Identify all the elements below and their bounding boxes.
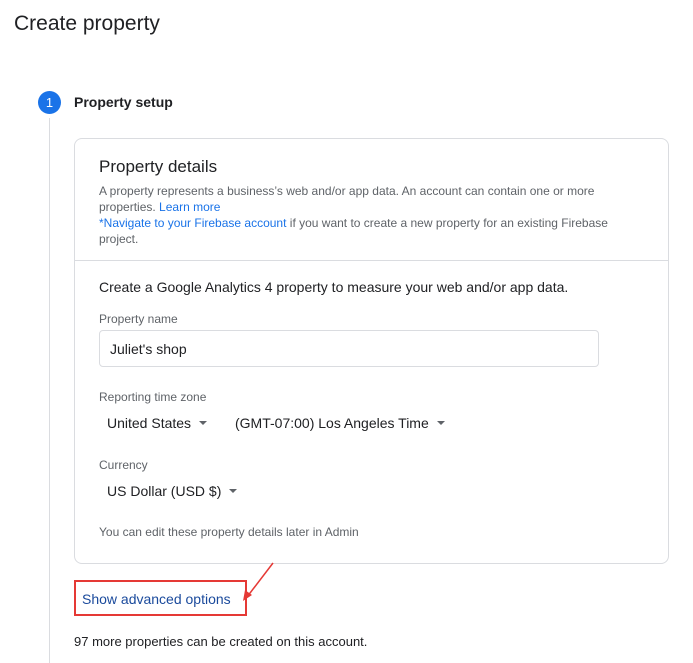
step-number-badge: 1	[38, 91, 61, 114]
timezone-value: (GMT-07:00) Los Angeles Time	[235, 415, 429, 431]
step-title: Property setup	[74, 94, 173, 110]
edit-later-note: You can edit these property details late…	[99, 525, 359, 539]
card-divider	[75, 260, 668, 261]
country-value: United States	[107, 415, 192, 431]
property-details-card: Property details A property represents a…	[74, 138, 669, 564]
firebase-account-link[interactable]: *Navigate to your Firebase account	[99, 216, 286, 230]
card-header: Property details A property represents a…	[99, 157, 644, 247]
learn-more-link[interactable]: Learn more	[159, 200, 220, 214]
ga4-intro-text: Create a Google Analytics 4 property to …	[99, 279, 569, 295]
country-dropdown[interactable]: United States	[107, 415, 208, 431]
caret-down-icon	[199, 421, 208, 425]
card-title: Property details	[99, 157, 218, 176]
card-description: A property represents a business’s web a…	[99, 183, 644, 247]
remaining-properties-text: 97 more properties can be created on thi…	[74, 634, 368, 649]
show-advanced-options-link[interactable]: Show advanced options	[82, 591, 231, 607]
currency-value: US Dollar (USD $)	[107, 483, 222, 499]
property-name-input[interactable]: Juliet's shop	[99, 330, 599, 367]
property-name-value: Juliet's shop	[110, 340, 187, 357]
page-title: Create property	[14, 12, 160, 35]
timezone-label: Reporting time zone	[99, 390, 207, 404]
currency-dropdown[interactable]: US Dollar (USD $)	[107, 483, 238, 499]
stepper-line	[49, 118, 50, 663]
caret-down-icon	[436, 421, 445, 425]
currency-label: Currency	[99, 458, 148, 472]
caret-down-icon	[229, 489, 238, 493]
timezone-dropdown[interactable]: (GMT-07:00) Los Angeles Time	[235, 415, 445, 431]
property-name-label: Property name	[99, 312, 178, 326]
